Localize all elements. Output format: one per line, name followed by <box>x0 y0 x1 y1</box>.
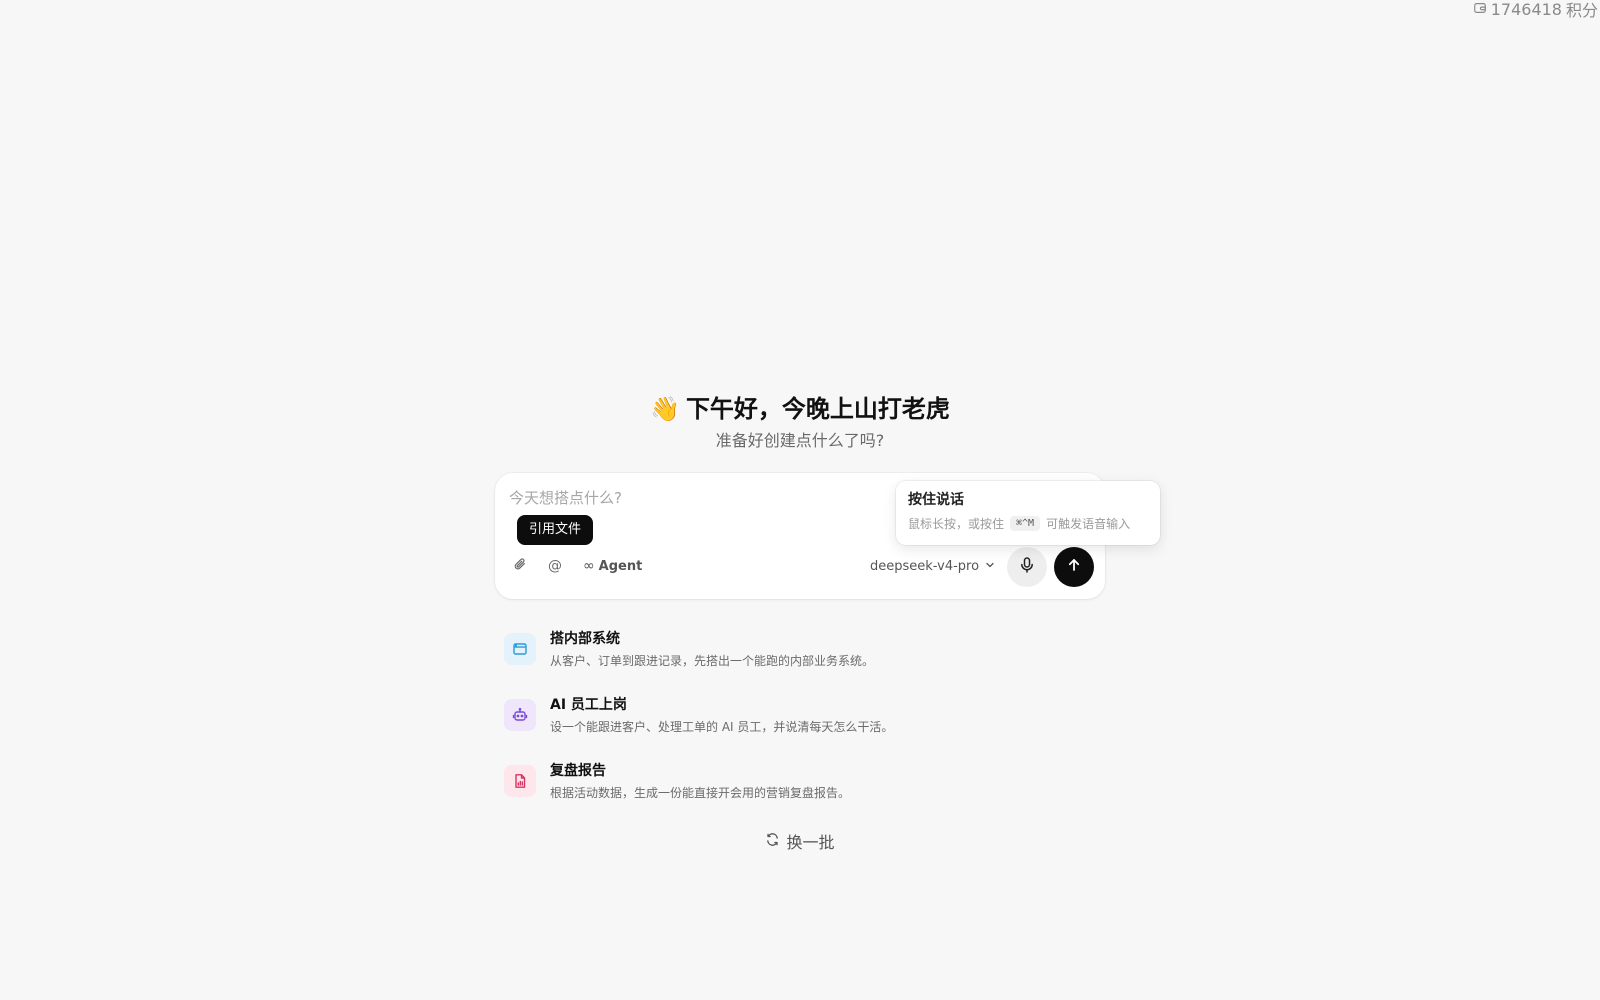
suggestion-list: 搭内部系统 从客户、订单到跟进记录，先搭出一个能跑的内部业务系统。 AI 员工上… <box>504 629 1124 827</box>
cite-file-chip[interactable]: 引用文件 <box>517 515 594 545</box>
paperclip-icon <box>513 557 527 575</box>
suggestion-internal-system[interactable]: 搭内部系统 从客户、订单到跟进记录，先搭出一个能跑的内部业务系统。 <box>504 629 1124 695</box>
credits-value: 1746418 <box>1490 0 1562 19</box>
infinity-icon: ∞ <box>583 558 595 574</box>
suggestion-desc: 根据活动数据，生成一份能直接开会用的营销复盘报告。 <box>550 786 851 800</box>
suggestion-ai-employee[interactable]: AI 员工上岗 设一个能跟进客户、处理工单的 AI 员工，并说清每天怎么干活。 <box>504 695 1124 761</box>
attach-button[interactable] <box>513 556 527 576</box>
tooltip-desc-prefix: 鼠标长按，或按住 <box>908 517 1005 531</box>
voice-input-button[interactable] <box>1007 547 1047 587</box>
microphone-icon <box>1018 556 1036 578</box>
suggestion-desc: 设一个能跟进客户、处理工单的 AI 员工，并说清每天怎么干活。 <box>550 720 894 734</box>
model-name: deepseek-v4-pro <box>870 558 980 574</box>
browser-window-icon <box>504 633 536 665</box>
suggestion-title: 搭内部系统 <box>550 631 620 647</box>
tooltip-desc: 鼠标长按，或按住 ⌘^M 可触发语音输入 <box>908 515 1148 532</box>
model-select[interactable]: deepseek-v4-pro <box>870 556 995 576</box>
wallet-icon <box>1473 0 1487 19</box>
shortcut-key: ⌘^M <box>1010 516 1041 531</box>
send-button[interactable] <box>1054 547 1094 587</box>
suggestion-review-report[interactable]: 复盘报告 根据活动数据，生成一份能直接开会用的营销复盘报告。 <box>504 761 1124 827</box>
refresh-suggestions-button[interactable]: 换一批 <box>0 829 1600 853</box>
suggestion-desc: 从客户、订单到跟进记录，先搭出一个能跑的内部业务系统。 <box>550 654 875 668</box>
credits-unit: 积分 <box>1565 1 1598 20</box>
greeting-subtitle: 准备好创建点什么了吗? <box>715 431 885 450</box>
robot-icon <box>504 699 536 731</box>
credits-display[interactable]: 1746418 积分 <box>1473 0 1598 20</box>
hero: 👋 下午好，今晚上山打老虎 准备好创建点什么了吗? <box>0 392 1600 452</box>
greeting-text: 下午好，今晚上山打老虎 <box>685 395 950 423</box>
prompt-input[interactable] <box>507 487 867 509</box>
tooltip-desc-suffix: 可触发语音输入 <box>1046 517 1131 531</box>
refresh-label: 换一批 <box>786 833 835 852</box>
chevron-down-icon <box>985 559 995 574</box>
suggestion-title: 复盘报告 <box>550 763 606 779</box>
agent-label: Agent <box>598 558 643 574</box>
tooltip-title: 按住说话 <box>908 492 964 508</box>
arrow-up-icon <box>1066 557 1082 577</box>
report-document-icon <box>504 765 536 797</box>
greeting-heading: 👋 下午好，今晚上山打老虎 <box>0 392 1600 426</box>
mention-button[interactable]: @ <box>548 556 562 576</box>
refresh-icon <box>765 832 780 851</box>
suggestion-title: AI 员工上岗 <box>550 697 627 713</box>
agent-button[interactable]: ∞ Agent <box>583 556 642 576</box>
voice-tooltip: 按住说话 鼠标长按，或按住 ⌘^M 可触发语音输入 <box>896 481 1160 545</box>
wave-emoji: 👋 <box>650 395 680 423</box>
